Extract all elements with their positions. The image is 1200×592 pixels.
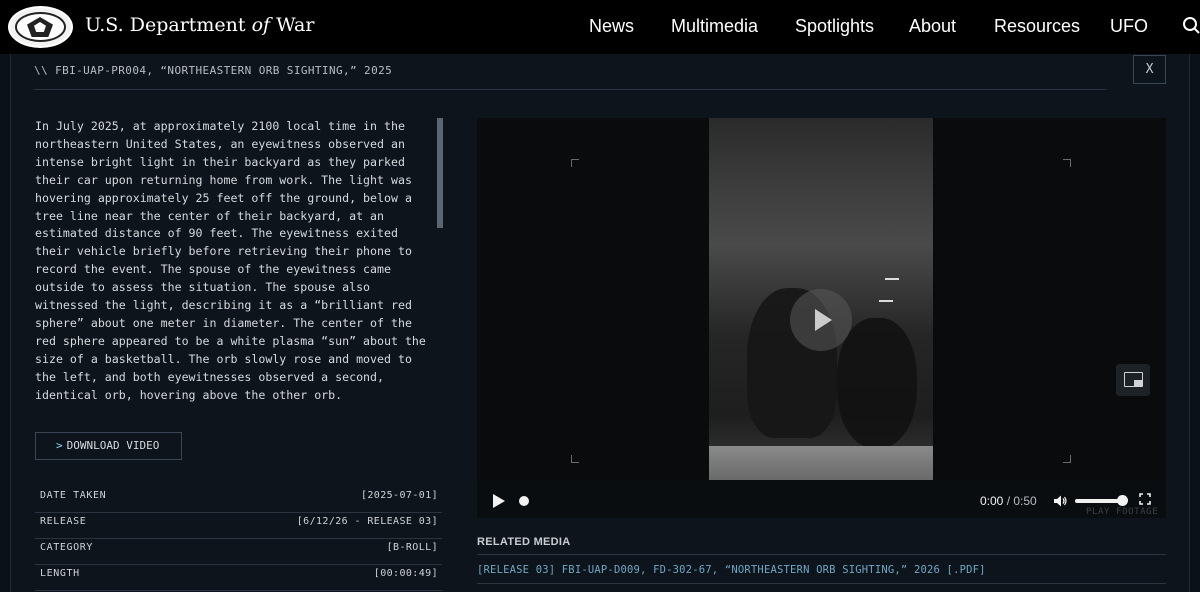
record-title: \\ FBI-UAP-PR004, “NORTHEASTERN ORB SIGH… xyxy=(34,64,393,77)
meta-row-date-taken: DATE TAKEN [2025-07-01] xyxy=(35,487,442,513)
picture-in-picture-button[interactable] xyxy=(1116,364,1150,396)
nav-about[interactable]: About xyxy=(909,16,956,37)
download-video-label: DOWNLOAD VIDEO xyxy=(66,439,160,452)
divider xyxy=(477,583,1166,584)
meta-value: [2025-07-01] xyxy=(360,490,438,501)
orb-light xyxy=(885,278,899,280)
nav-resources[interactable]: Resources xyxy=(994,16,1080,37)
meta-key: RELEASE xyxy=(40,516,87,527)
frame-corner-marker xyxy=(1063,159,1071,167)
duration: 0:50 xyxy=(1013,494,1037,508)
fullscreen-icon[interactable] xyxy=(1139,493,1151,505)
meta-value: [6/12/26 - RELEASE 03] xyxy=(296,516,438,527)
time-display: 0:00 / 0:50 xyxy=(980,494,1037,508)
frame-corner-marker xyxy=(571,455,579,463)
close-button[interactable]: X xyxy=(1133,55,1166,84)
meta-key: LENGTH xyxy=(40,568,80,579)
divider xyxy=(477,554,1166,555)
video-player[interactable]: 0:00 / 0:50 PLAY FOOTAGE xyxy=(477,118,1166,518)
player-controls: 0:00 / 0:50 xyxy=(477,480,1166,518)
search-icon[interactable] xyxy=(1182,16,1200,36)
download-video-button[interactable]: > DOWNLOAD VIDEO xyxy=(35,432,182,460)
tree-silhouette xyxy=(837,318,917,448)
related-media-heading: RELATED MEDIA xyxy=(477,536,571,548)
frame-corner-marker xyxy=(1063,455,1071,463)
department-seal-logo[interactable] xyxy=(8,6,73,48)
play-footage-watermark: PLAY FOOTAGE xyxy=(1086,507,1159,517)
orb-light xyxy=(879,300,893,302)
meta-row-category: CATEGORY [B-ROLL] xyxy=(35,539,442,565)
progress-scrubber[interactable] xyxy=(519,496,529,506)
related-media-link[interactable]: [RELEASE 03] FBI-UAP-D009, FD-302-67, “N… xyxy=(477,564,986,576)
volume-icon[interactable] xyxy=(1053,494,1067,508)
meta-row-release: RELEASE [6/12/26 - RELEASE 03] xyxy=(35,513,442,539)
current-time: 0:00 xyxy=(980,494,1004,508)
meta-value: [00:00:49] xyxy=(373,568,438,579)
meta-value: [B-ROLL] xyxy=(386,542,438,553)
volume-knob[interactable] xyxy=(1117,495,1128,506)
divider xyxy=(34,89,1106,90)
frame-corner-marker xyxy=(571,159,579,167)
site-header: U.S. Department of War News Multimedia S… xyxy=(0,0,1200,54)
nav-news[interactable]: News xyxy=(589,16,634,37)
description-scrollbar[interactable] xyxy=(437,118,443,228)
play-icon[interactable] xyxy=(493,494,505,508)
nav-ufo[interactable]: UFO xyxy=(1110,16,1148,37)
meta-key: DATE TAKEN xyxy=(40,490,107,501)
ground-glare xyxy=(709,446,933,480)
meta-key: CATEGORY xyxy=(40,542,93,553)
nav-multimedia[interactable]: Multimedia xyxy=(671,16,758,37)
chevron-right-icon: > xyxy=(56,439,63,452)
record-description: In July 2025, at approximately 2100 loca… xyxy=(35,119,426,402)
nav-spotlights[interactable]: Spotlights xyxy=(795,16,874,37)
volume-slider[interactable] xyxy=(1075,499,1121,503)
play-overlay-button[interactable] xyxy=(790,289,852,351)
site-title[interactable]: U.S. Department of War xyxy=(85,14,314,36)
meta-row-length: LENGTH [00:00:49] xyxy=(35,565,442,591)
